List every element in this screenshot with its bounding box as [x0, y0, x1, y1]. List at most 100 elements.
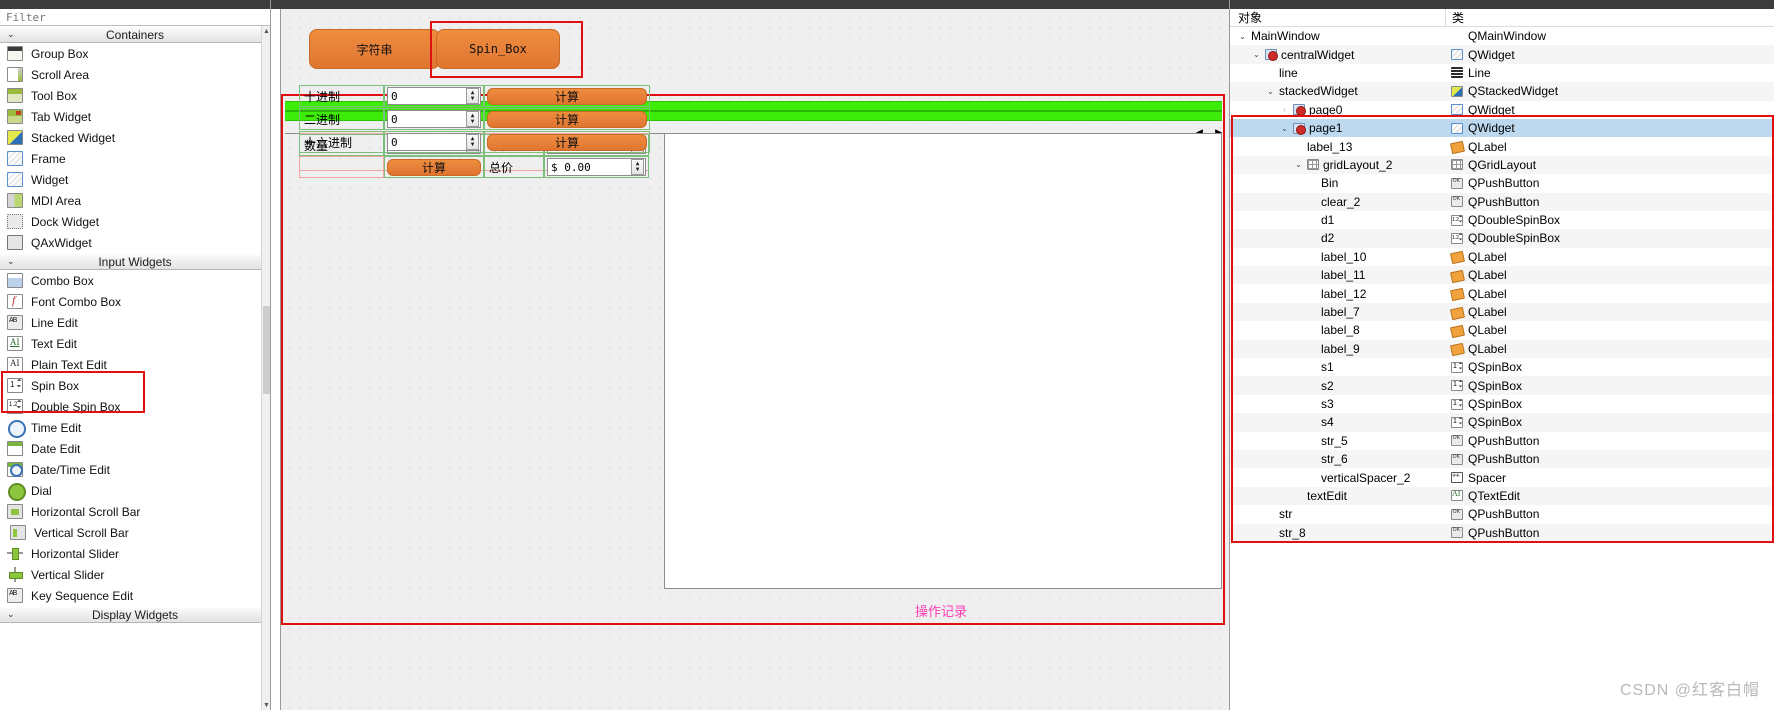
widget-item-mdi-area[interactable]: MDI Area: [0, 190, 270, 211]
tree-node-label: str_6: [1321, 452, 1348, 467]
widget-item-font-combo-box[interactable]: Font Combo Box: [0, 291, 270, 312]
base-calc-button-3[interactable]: 计算: [487, 133, 647, 151]
base-spinbox-3[interactable]: 0 ▲ ▼: [387, 133, 481, 151]
object-tree[interactable]: ⌄ MainWindow QMainWindow ⌄ centralWidget QWid…: [1230, 27, 1774, 542]
tree-row-s2[interactable]: · s2 QSpinBox: [1230, 376, 1774, 395]
tree-row-Bin[interactable]: · Bin QPushButton: [1230, 174, 1774, 192]
widget-item-vertical-scroll-bar[interactable]: Vertical Scroll Bar: [0, 522, 270, 543]
tree-node-class-cell: QLabel: [1445, 268, 1774, 282]
widget-category-display-widgets[interactable]: ⌄ Display Widgets: [0, 606, 270, 623]
base-spinbox-2[interactable]: 0 ▲ ▼: [387, 110, 481, 128]
tree-row-str[interactable]: · str QPushButton: [1230, 505, 1774, 523]
total-price-spinbox[interactable]: $ 0.00 ▲ ▼: [547, 158, 646, 176]
widget-item-qaxwidget[interactable]: QAxWidget: [0, 232, 270, 253]
tree-row-label_7[interactable]: · label_7 QLabel: [1230, 302, 1774, 322]
chevron-down-icon[interactable]: ⌄: [1266, 87, 1275, 96]
tree-node-class-cell: QPushButton: [1445, 526, 1774, 540]
chevron-down-icon[interactable]: ⌄: [1238, 32, 1247, 41]
horizontal-scroll-bar-icon: [7, 504, 23, 519]
widget-item-tab-widget[interactable]: Tab Widget: [0, 106, 270, 127]
tree-row-s4[interactable]: · s4 QSpinBox: [1230, 413, 1774, 432]
tree-row-s3[interactable]: · s3 QSpinBox: [1230, 395, 1774, 413]
widget-item-dial[interactable]: Dial: [0, 480, 270, 501]
widget-item-spin-box[interactable]: Spin Box: [0, 375, 270, 396]
grid-class-icon: [1451, 159, 1463, 171]
tree-row-label_13[interactable]: · label_13 QLabel: [1230, 137, 1774, 155]
tree-node-class: QDoubleSpinBox: [1468, 213, 1561, 228]
tree-row-label_12[interactable]: · label_12 QLabel: [1230, 284, 1774, 302]
widget-item-combo-box[interactable]: Combo Box: [0, 270, 270, 291]
chevron-down-icon[interactable]: ⌄: [1280, 124, 1289, 133]
chevron-down-icon[interactable]: ⌄: [1252, 50, 1261, 59]
base-spinbox-arrows-2[interactable]: ▲ ▼: [466, 111, 479, 127]
tree-row-str_5[interactable]: · str_5 QPushButton: [1230, 432, 1774, 450]
widget-category-containers[interactable]: ⌄ Containers: [0, 26, 270, 43]
widget-item-widget[interactable]: Widget: [0, 169, 270, 190]
tree-row-line[interactable]: · line Line: [1230, 64, 1774, 82]
form-design-area[interactable]: 字符串 Spin_Box ◀ ▶ 数量 4 kg ▲▼: [280, 9, 1229, 710]
tree-row-label_10[interactable]: · label_10 QLabel: [1230, 248, 1774, 266]
tree-row-clear_2[interactable]: · clear_2 QPushButton: [1230, 192, 1774, 211]
tree-row-gridLayout_2[interactable]: ⌄ gridLayout_2 QGridLayout: [1230, 155, 1774, 175]
widget-item-label: Dial: [31, 483, 52, 498]
chevron-down-icon[interactable]: ⌄: [1294, 160, 1303, 169]
filter-input[interactable]: [4, 9, 244, 25]
tree-node-class: QLabel: [1468, 323, 1507, 338]
tree-row-d2[interactable]: · d2 QDoubleSpinBox: [1230, 229, 1774, 248]
tree-node-class-cell: QPushButton: [1445, 195, 1774, 209]
widget-item-scroll-area[interactable]: Scroll Area: [0, 64, 270, 85]
tree-row-label_11[interactable]: · label_11 QLabel: [1230, 266, 1774, 285]
widget-item-date-time-edit[interactable]: Date/Time Edit: [0, 459, 270, 480]
chevron-right-icon[interactable]: ›: [1280, 105, 1289, 114]
widget-item-plain-text-edit[interactable]: Plain Text Edit: [0, 354, 270, 375]
chevron-placeholder: ·: [1308, 252, 1317, 261]
widget-box-list[interactable]: ⌄ Containers Group Box Scroll Area Tool Box T…: [0, 26, 270, 623]
tree-node-class-cell: QLabel: [1445, 342, 1774, 356]
str-button[interactable]: 字符串: [309, 29, 440, 69]
widget-item-tool-box[interactable]: Tool Box: [0, 85, 270, 106]
base-spinbox-1[interactable]: 0 ▲ ▼: [387, 87, 481, 105]
base-calc-button-2[interactable]: 计算: [487, 110, 647, 128]
tree-row-stackedWidget[interactable]: ⌄ stackedWidget QStackedWidget: [1230, 82, 1774, 101]
calc-price-button[interactable]: 计算: [387, 158, 481, 176]
widget-box-filter-row[interactable]: [0, 9, 270, 26]
tree-row-verticalSpacer_2[interactable]: · verticalSpacer_2 Spacer: [1230, 468, 1774, 486]
widget-box-panel: ⌄ Containers Group Box Scroll Area Tool Box T…: [0, 0, 271, 710]
tree-row-page1[interactable]: ⌄ page1 QWidget: [1230, 118, 1774, 138]
base-spinbox-arrows-1[interactable]: ▲ ▼: [466, 88, 479, 104]
widget-item-date-edit[interactable]: Date Edit: [0, 438, 270, 459]
tree-row-str_8[interactable]: · str_8 QPushButton: [1230, 523, 1774, 542]
total-price-spinbox-arrows[interactable]: ▲ ▼: [631, 159, 644, 175]
stacked-class-icon: [1451, 85, 1463, 97]
tree-row-d1[interactable]: · d1 QDoubleSpinBox: [1230, 211, 1774, 229]
widget-category-input-widgets[interactable]: ⌄ Input Widgets: [0, 253, 270, 270]
tree-row-page0[interactable]: › page0 QWidget: [1230, 101, 1774, 119]
widget-item-key-sequence-edit[interactable]: Key Sequence Edit: [0, 585, 270, 606]
widget-item-text-edit[interactable]: Text Edit: [0, 333, 270, 354]
tree-row-s1[interactable]: · s1 QSpinBox: [1230, 358, 1774, 376]
tree-row-str_6[interactable]: · str_6 QPushButton: [1230, 449, 1774, 469]
mdi-area-icon: [7, 193, 23, 208]
scroll-down-icon[interactable]: ▼: [262, 700, 270, 710]
widget-item-double-spin-box[interactable]: Double Spin Box: [0, 396, 270, 417]
widget-item-horizontal-scroll-bar[interactable]: Horizontal Scroll Bar: [0, 501, 270, 522]
scroll-up-icon[interactable]: ▲: [262, 26, 270, 36]
widget-item-group-box[interactable]: Group Box: [0, 43, 270, 64]
scrollbar-thumb[interactable]: [263, 306, 270, 394]
widget-item-horizontal-slider[interactable]: Horizontal Slider: [0, 543, 270, 564]
tree-row-label_8[interactable]: · label_8 QLabel: [1230, 321, 1774, 339]
base-spinbox-arrows-3[interactable]: ▲ ▼: [466, 134, 479, 150]
tree-row-textEdit[interactable]: · textEdit QTextEdit: [1230, 486, 1774, 506]
tree-row-centralWidget[interactable]: ⌄ centralWidget QWidget: [1230, 45, 1774, 64]
widget-item-time-edit[interactable]: Time Edit: [0, 417, 270, 438]
widget-item-stacked-widget[interactable]: Stacked Widget: [0, 127, 270, 148]
widget-item-dock-widget[interactable]: Dock Widget: [0, 211, 270, 232]
tree-row-MainWindow[interactable]: ⌄ MainWindow QMainWindow: [1230, 27, 1774, 45]
widget-item-line-edit[interactable]: Line Edit: [0, 312, 270, 333]
widget-item-vertical-slider[interactable]: Vertical Slider: [0, 564, 270, 585]
widget-item-frame[interactable]: Frame: [0, 148, 270, 169]
text-edit-area[interactable]: [664, 133, 1222, 589]
tree-row-label_9[interactable]: · label_9 QLabel: [1230, 339, 1774, 359]
widget-box-scrollbar[interactable]: ▲ ▼: [261, 26, 270, 710]
base-calc-button-1[interactable]: 计算: [487, 87, 647, 105]
